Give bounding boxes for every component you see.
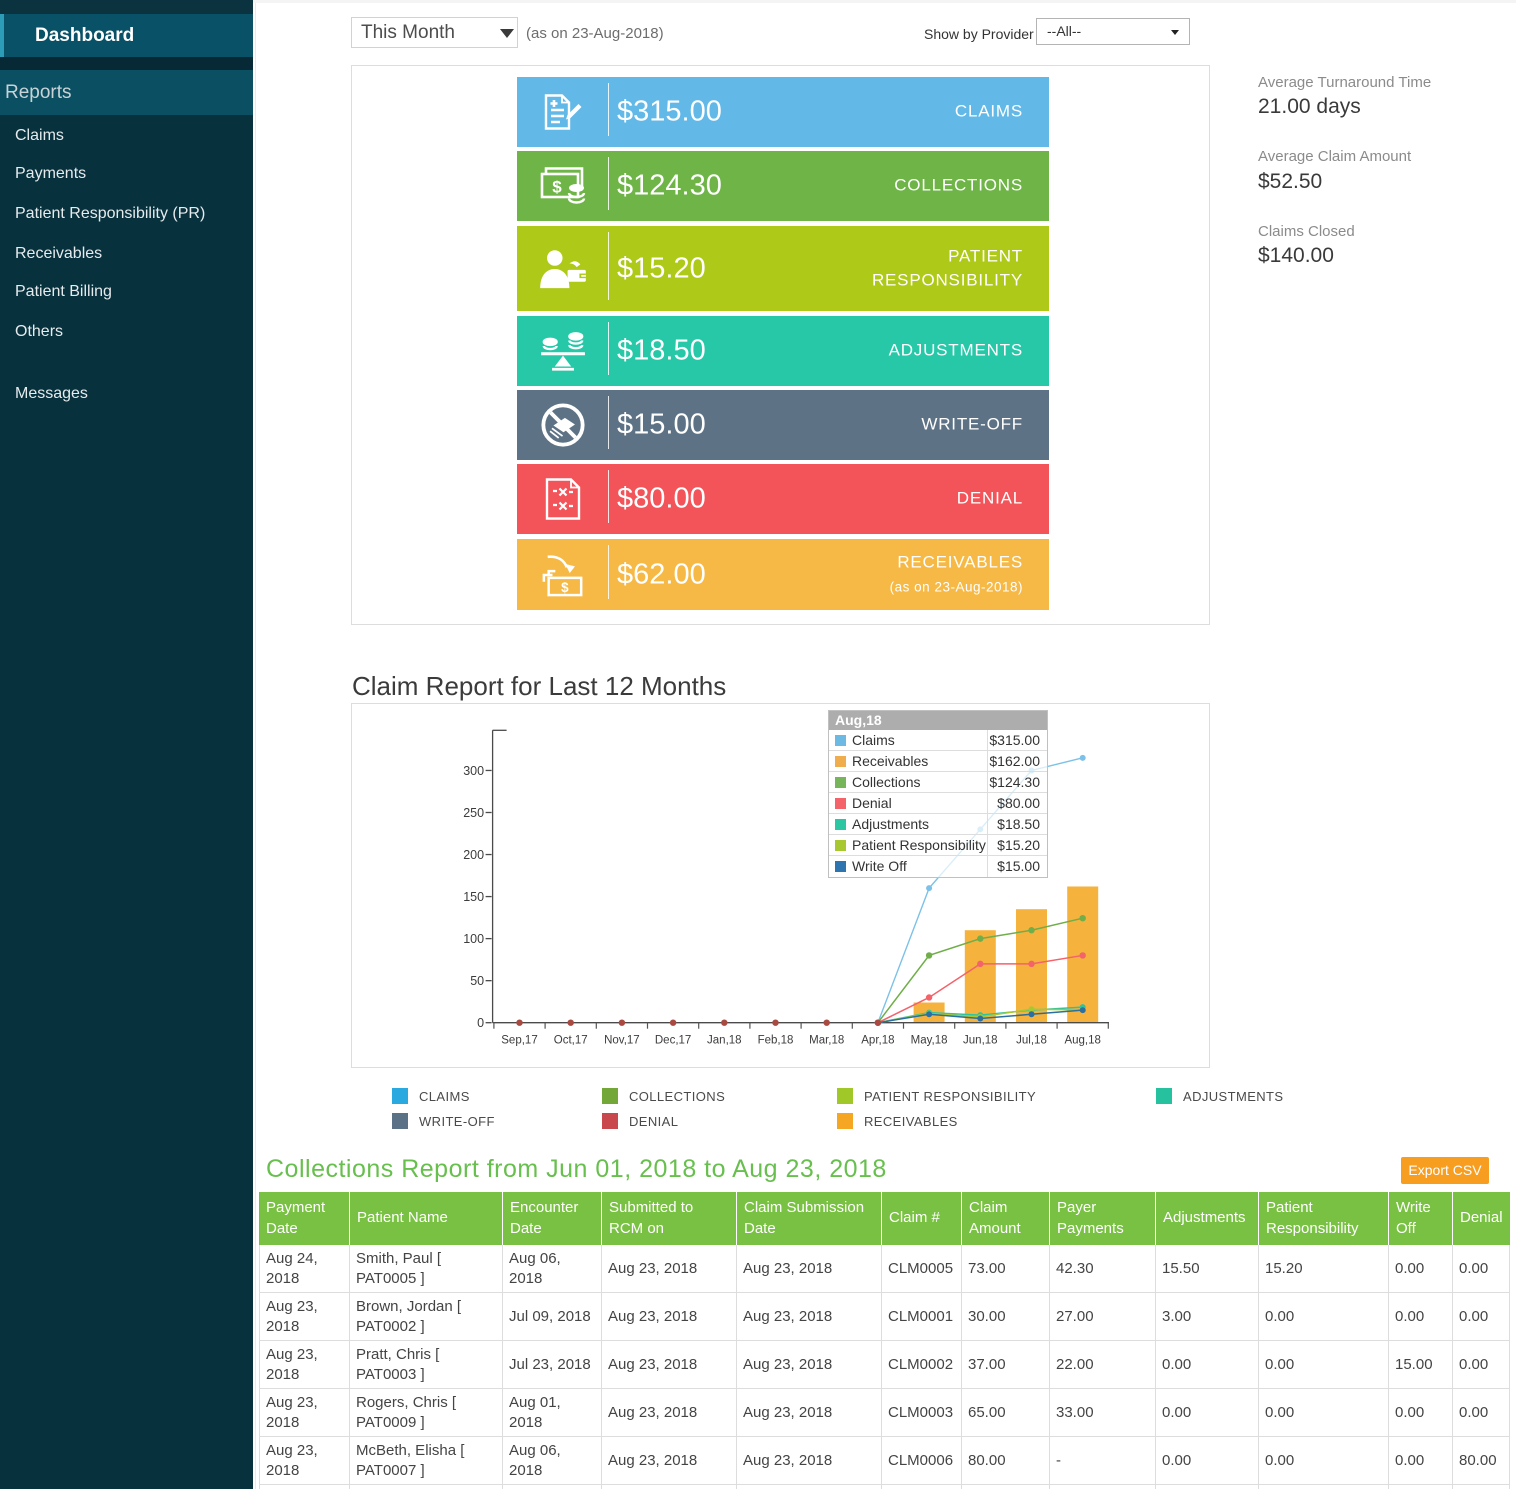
svg-text:50: 50 <box>470 974 484 988</box>
svg-text:200: 200 <box>463 848 484 862</box>
svg-text:0: 0 <box>477 1016 484 1030</box>
svg-text:$: $ <box>552 178 562 197</box>
svg-text:300: 300 <box>463 764 484 778</box>
svg-text:Apr,18: Apr,18 <box>861 1035 894 1047</box>
svg-text:250: 250 <box>463 806 484 820</box>
svg-text:Jan,18: Jan,18 <box>707 1035 742 1047</box>
svg-text:100: 100 <box>463 932 484 946</box>
svg-text:Jul,18: Jul,18 <box>1016 1035 1047 1047</box>
svg-text:Jun,18: Jun,18 <box>963 1035 998 1047</box>
svg-text:Aug,18: Aug,18 <box>1064 1035 1100 1047</box>
svg-text:Oct,17: Oct,17 <box>554 1035 588 1047</box>
svg-text:Mar,18: Mar,18 <box>809 1035 844 1047</box>
svg-text:May,18: May,18 <box>911 1035 948 1047</box>
svg-text:150: 150 <box>463 890 484 904</box>
svg-text:Feb,18: Feb,18 <box>758 1035 794 1047</box>
svg-text:$: $ <box>561 580 569 595</box>
svg-text:Sep,17: Sep,17 <box>501 1035 537 1047</box>
svg-text:Dec,17: Dec,17 <box>655 1035 691 1047</box>
svg-text:Nov,17: Nov,17 <box>604 1035 640 1047</box>
